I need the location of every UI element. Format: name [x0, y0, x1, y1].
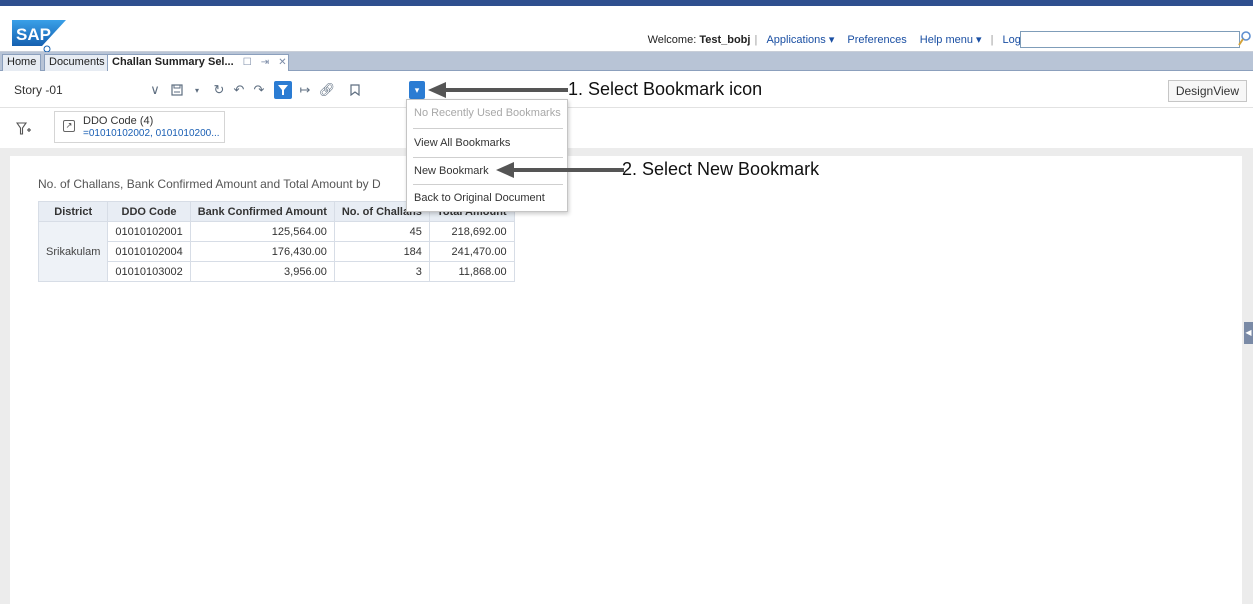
add-filter-icon[interactable]: [15, 122, 32, 138]
pin-tab-icon[interactable]: ⇥: [261, 55, 269, 70]
total-amount-cell[interactable]: 218,692.00: [428, 221, 515, 242]
username: Test_bobj: [699, 34, 751, 46]
export-icon[interactable]: ↦: [296, 81, 314, 99]
table-row: 01010103002 3,956.00 3 11,868.00: [39, 261, 515, 282]
menu-item-view-all-bookmarks[interactable]: View All Bookmarks: [414, 137, 510, 149]
menu-divider: [413, 184, 563, 185]
link-icon[interactable]: 🔗︎: [318, 81, 336, 99]
report-table: District DDO Code Bank Confirmed Amount …: [37, 201, 515, 282]
redo-icon[interactable]: ↷: [250, 81, 268, 99]
search-icon[interactable]: [1238, 30, 1252, 48]
header-links: Welcome: Test_bobj | Applications ▾ Pref…: [648, 33, 1041, 46]
filter-icon[interactable]: [274, 81, 292, 99]
menu-item-back-to-original[interactable]: Back to Original Document: [414, 192, 545, 204]
menu-item-no-recent-bookmarks: No Recently Used Bookmarks: [414, 107, 561, 119]
table-row: Srikakulam 01010102001 125,564.00 45 218…: [37, 221, 515, 282]
ddo-code-cell[interactable]: 01010102001: [107, 221, 191, 242]
welcome-label: Welcome:: [647, 34, 700, 46]
column-header[interactable]: District: [37, 201, 109, 222]
menu-divider: [413, 128, 563, 129]
bank-amount-cell[interactable]: 125,564.00: [189, 221, 335, 242]
save-dropdown-icon[interactable]: ▾: [188, 81, 206, 99]
help-menu[interactable]: Help menu ▾: [920, 34, 982, 46]
svg-text:SAP: SAP: [16, 25, 51, 44]
collapse-panel-icon[interactable]: ◀: [1244, 322, 1253, 344]
bank-amount-cell[interactable]: 176,430.00: [189, 241, 335, 262]
total-amount-cell[interactable]: 11,868.00: [428, 261, 515, 282]
challans-cell[interactable]: 184: [333, 241, 430, 262]
applications-menu[interactable]: Applications ▾: [766, 34, 834, 46]
challans-cell[interactable]: 45: [333, 221, 430, 242]
challans-cell[interactable]: 3: [333, 261, 430, 282]
filter-chip-ddo-code[interactable]: ↗ DDO Code (4) =01010102002, 0101010200.…: [54, 111, 225, 143]
annotation-step1: 1. Select Bookmark icon: [568, 79, 763, 99]
table-row: 01010102004 176,430.00 184 241,470.00: [39, 241, 515, 262]
total-amount-cell[interactable]: 241,470.00: [428, 241, 515, 262]
pin-icon[interactable]: ☐: [243, 55, 252, 70]
refresh-icon[interactable]: ↻: [210, 81, 228, 99]
column-header[interactable]: Bank Confirmed Amount: [189, 201, 335, 222]
story-name: Story -01: [14, 83, 63, 97]
column-header[interactable]: DDO Code: [107, 201, 191, 222]
undo-icon[interactable]: ↶: [230, 81, 248, 99]
close-icon[interactable]: ✕: [278, 55, 286, 70]
app-window: SAP Welcome: Test_bobj | Applications ▾ …: [0, 0, 1253, 604]
expand-icon: ↗: [63, 120, 75, 132]
bookmark-icon[interactable]: [346, 81, 364, 99]
chevron-down-icon[interactable]: ∨: [146, 81, 164, 99]
tab-documents[interactable]: Documents: [44, 54, 110, 71]
annotation-step2: 2. Select New Bookmark: [622, 159, 820, 179]
annotation-arrow: [444, 88, 568, 92]
header-bar: SAP Welcome: Test_bobj | Applications ▾ …: [0, 6, 1253, 53]
tab-challan-summary[interactable]: Challan Summary Sel... ☐ ⇥ ✕: [107, 54, 289, 71]
design-view-button[interactable]: DesignView: [1167, 80, 1247, 102]
search-input[interactable]: [1020, 31, 1240, 48]
ddo-code-cell[interactable]: 01010102004: [107, 241, 191, 262]
document-tabs: Home Documents Challan Summary Sel... ☐ …: [0, 52, 1253, 71]
ddo-code-cell[interactable]: 01010103002: [107, 261, 191, 282]
filter-bar: ↗ DDO Code (4) =01010102002, 0101010200.…: [0, 108, 1253, 148]
bookmark-menu: No Recently Used Bookmarks View All Book…: [406, 99, 568, 212]
menu-item-new-bookmark[interactable]: New Bookmark: [414, 165, 489, 177]
annotation-arrow: [512, 168, 624, 172]
preferences-link[interactable]: Preferences: [847, 34, 906, 46]
bookmark-dropdown-button[interactable]: ▾: [409, 81, 425, 99]
district-cell[interactable]: Srikakulam: [37, 221, 109, 282]
menu-divider: [413, 157, 563, 158]
filter-value: =01010102002, 0101010200...: [83, 128, 220, 139]
sap-logo: SAP: [12, 20, 66, 53]
report-title: No. of Challans, Bank Confirmed Amount a…: [38, 177, 381, 191]
save-icon[interactable]: [168, 81, 186, 99]
tab-home[interactable]: Home: [2, 54, 42, 71]
filter-title: DDO Code (4): [83, 115, 154, 127]
bank-amount-cell[interactable]: 3,956.00: [189, 261, 335, 282]
